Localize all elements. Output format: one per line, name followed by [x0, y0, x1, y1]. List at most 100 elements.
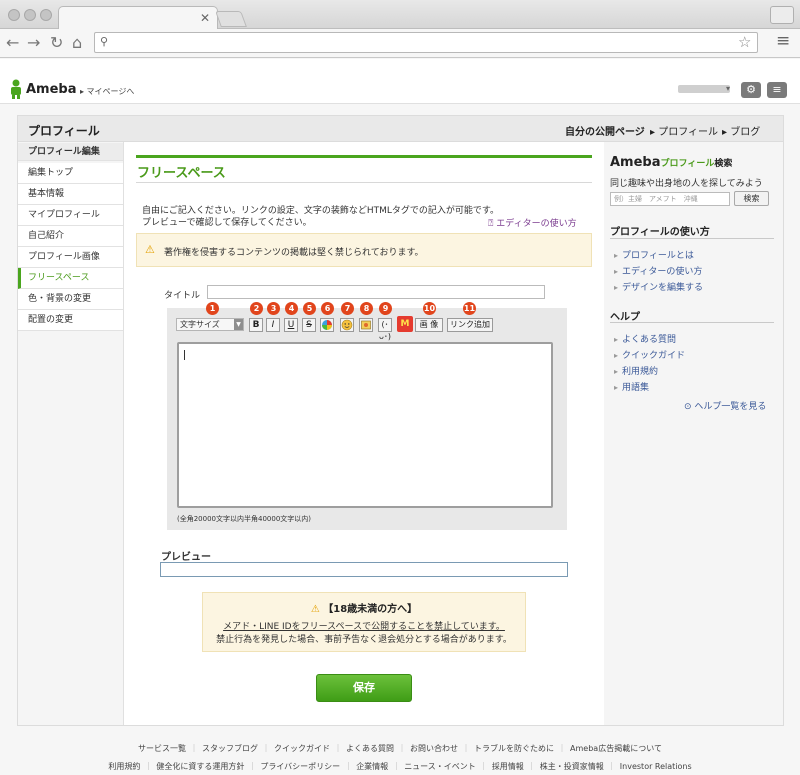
maximize-window-button[interactable]	[40, 9, 52, 21]
window-profile-button[interactable]	[770, 6, 794, 24]
toolbar-number-badge: 5	[303, 302, 316, 315]
browser-tab[interactable]	[58, 6, 218, 30]
warning-icon: ⚠	[145, 243, 155, 256]
footer-link[interactable]: 企業情報	[340, 762, 388, 771]
underline-button[interactable]: U	[284, 318, 298, 332]
back-icon[interactable]: ←	[6, 33, 19, 52]
footer-link[interactable]: Investor Relations	[604, 762, 692, 771]
profile-search-button[interactable]: 検索	[734, 191, 769, 206]
toolbar-number-badge: 10	[423, 302, 436, 315]
footer-link[interactable]: 採用情報	[476, 762, 524, 771]
top-nav-profile[interactable]: ▸ プロフィール	[650, 123, 718, 138]
link-glossary[interactable]: 用語集	[614, 380, 649, 393]
toolbar-number-badge: 8	[360, 302, 373, 315]
sidebar-item-edit-top[interactable]: 編集トップ	[18, 163, 123, 184]
link-faq[interactable]: よくある質問	[614, 332, 676, 345]
toolbar-number-badge: 11	[463, 302, 476, 315]
footer-link[interactable]: ニュース・イベント	[388, 762, 476, 771]
top-nav-public-page[interactable]: 自分の公開ページ	[565, 123, 645, 138]
address-bar[interactable]	[94, 32, 758, 53]
title-input[interactable]	[207, 285, 545, 299]
footer-link[interactable]: 健全化に資する運用方針	[140, 762, 244, 771]
ameba-logo-icon	[11, 79, 21, 99]
link-edit-design[interactable]: デザインを編集する	[614, 280, 703, 293]
sidebar-item-self-intro[interactable]: 自己紹介	[18, 226, 123, 247]
search-icon: ⚲	[100, 35, 109, 48]
reload-icon[interactable]: ↻	[50, 33, 63, 52]
sidebar-heading: プロフィール編集	[18, 143, 123, 161]
image-button[interactable]: 画 像	[415, 318, 443, 332]
under18-notice-title: ⚠ 【18歳未満の方へ】	[202, 600, 526, 615]
new-tab-button[interactable]	[215, 11, 247, 27]
description-line-2: プレビューで確認して保存してください。	[142, 218, 312, 228]
preview-label: プレビュー	[161, 552, 211, 563]
bold-button[interactable]: B	[249, 318, 263, 332]
footer-link[interactable]: クイックガイド	[258, 744, 330, 753]
tab-close-icon[interactable]: ✕	[200, 11, 210, 25]
color-palette-icon	[322, 320, 332, 330]
footer-link[interactable]: プライバシーポリシー	[244, 762, 340, 771]
ameba-logo[interactable]: Ameba	[26, 82, 77, 97]
sidebar-item-profile-image[interactable]: プロフィール画像	[18, 247, 123, 268]
stamp-icon	[361, 320, 371, 330]
search-title-green: プロフィール	[660, 159, 715, 169]
text-color-button[interactable]	[320, 318, 334, 332]
strikethrough-button[interactable]: S	[302, 318, 316, 332]
save-button[interactable]: 保存	[316, 674, 412, 702]
browser-menu-icon[interactable]: ≡	[776, 31, 790, 51]
free-space-textarea[interactable]	[177, 342, 553, 508]
link-terms[interactable]: 利用規約	[614, 364, 658, 377]
toolbar-number-badge: 1	[206, 302, 219, 315]
warning-icon: ⚠	[310, 604, 324, 615]
editor-help-link[interactable]: ⍰ エディターの使い方	[488, 216, 577, 229]
bookmark-star-icon[interactable]: ☆	[738, 33, 751, 51]
footer-link[interactable]: Ameba広告掲載について	[554, 744, 662, 753]
search-subtitle: 同じ趣味や出身地の人を探してみよう	[610, 179, 763, 189]
close-window-button[interactable]	[8, 9, 20, 21]
howto-rule	[610, 238, 774, 239]
footer-link[interactable]: スタッフブログ	[186, 744, 258, 753]
footer-link[interactable]: トラブルを防ぐために	[458, 744, 554, 753]
link-editor-howto[interactable]: エディターの使い方	[614, 264, 702, 277]
profile-search-title: Amebaプロフィール検索	[610, 155, 732, 170]
footer-link[interactable]: 株主・投資家情報	[524, 762, 604, 771]
italic-button[interactable]: I	[266, 318, 280, 332]
top-nav-blog[interactable]: ▸ ブログ	[722, 123, 760, 138]
footer-row-1: サービス一覧スタッフブログクイックガイドよくある質問お問い合わせトラブルを防ぐた…	[0, 743, 800, 754]
sidebar-item-color-bg[interactable]: 色・背景の変更	[18, 289, 123, 310]
chevron-down-icon[interactable]: ▼	[234, 319, 243, 330]
section-heading: フリースペース	[137, 166, 226, 181]
sidebar-item-my-profile[interactable]: マイプロフィール	[18, 205, 123, 226]
sidebar-item-layout[interactable]: 配置の変更	[18, 310, 123, 331]
footer-link[interactable]: サービス一覧	[138, 744, 186, 753]
footer-link[interactable]: よくある質問	[330, 744, 394, 753]
decoration-button[interactable]: (･ᴗ･)	[378, 318, 392, 341]
emoji-button[interactable]	[340, 318, 354, 332]
sidebar-item-basic-info[interactable]: 基本情報	[18, 184, 123, 205]
link-what-is-profile[interactable]: プロフィールとは	[614, 248, 694, 261]
mypage-link[interactable]: ▸ マイページへ	[80, 86, 134, 97]
notice-title-text: 【18歳未満の方へ】	[323, 604, 418, 615]
add-link-button[interactable]: リンク追加	[447, 318, 493, 332]
help-list-link[interactable]: ⊙ ヘルプ一覧を見る	[684, 399, 766, 412]
user-name[interactable]	[678, 85, 730, 93]
toolbar-number-badge: 9	[379, 302, 392, 315]
sidebar-item-free-space[interactable]: フリースペース	[18, 268, 123, 289]
home-icon[interactable]: ⌂	[72, 33, 82, 52]
header-menu-icon[interactable]: ≡	[767, 82, 787, 98]
char-limit-note: (全角20000文字以内半角40000文字以内)	[177, 515, 311, 523]
footer-link[interactable]: お問い合わせ	[394, 744, 458, 753]
preview-box	[160, 562, 568, 577]
copyright-warning-text: 著作権を侵害するコンテンツの掲載は堅く禁じられております。	[164, 248, 424, 258]
heading-rule	[136, 155, 592, 158]
forward-icon[interactable]: →	[27, 33, 40, 52]
link-quick-guide[interactable]: クイックガイド	[614, 348, 685, 361]
editor-help-label: エディターの使い方	[496, 219, 577, 229]
minimize-window-button[interactable]	[24, 9, 36, 21]
footer-link[interactable]: 利用規約	[108, 762, 140, 771]
settings-gear-icon[interactable]: ⚙	[741, 82, 761, 98]
mv-insert-icon[interactable]: M	[397, 316, 413, 332]
stamp-button[interactable]	[359, 318, 373, 332]
profile-search-input[interactable]: 例）主婦 アメフト 沖縄	[610, 192, 730, 206]
user-menu-chevron-icon[interactable]: ▾	[726, 84, 730, 93]
